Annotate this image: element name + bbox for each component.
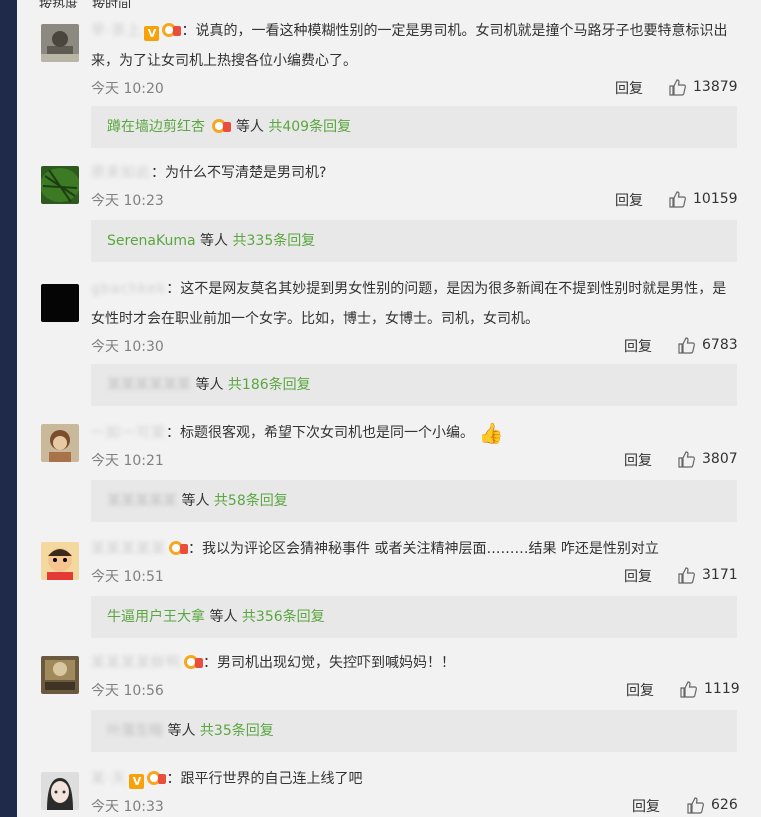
- avatar[interactable]: [41, 166, 79, 204]
- like-count: 1119: [704, 681, 740, 697]
- reply-others: 等人: [200, 233, 229, 249]
- avatar[interactable]: [41, 542, 79, 580]
- reply-button[interactable]: 回复: [615, 78, 643, 98]
- reply-count[interactable]: 共186条回复: [228, 377, 311, 393]
- like-button[interactable]: 3171: [678, 564, 738, 586]
- reply-button[interactable]: 回复: [615, 190, 643, 210]
- reply-others: 等人: [195, 377, 224, 393]
- reply-button[interactable]: 回复: [626, 680, 654, 700]
- comment-username[interactable]: 某某某某鲜鸭: [91, 655, 181, 671]
- like-button[interactable]: 1119: [680, 678, 740, 700]
- reply-count[interactable]: 共35条回复: [200, 723, 274, 739]
- comment-text: ：说真的，一看这种模糊性别的一定是男司机。女司机就是撞个马路牙子也要特意标识出来…: [91, 23, 728, 69]
- reply-username[interactable]: 叶落生暗: [107, 723, 163, 739]
- reply-button[interactable]: 回复: [632, 796, 660, 816]
- comment-time: 今天 10:30: [91, 339, 164, 355]
- fan-badge-icon: [184, 655, 203, 669]
- like-button[interactable]: 3807: [678, 448, 738, 470]
- comment-panel: 按热度 按时间 早·茶上 V ：说真的，一看这种模糊性别的一定是男司机。女司机就是撞…: [17, 0, 761, 817]
- fan-badge-icon: [162, 23, 182, 37]
- thumbs-up-icon: [680, 681, 697, 698]
- comment-text: ：我以为评论区会猜神秘事件 或者关注精神层面………结果 咋还是性别对立: [188, 541, 659, 557]
- comment-username[interactable]: 某·天: [91, 771, 126, 787]
- replies-summary[interactable]: SerenaKuma 等人 共335条回复: [91, 220, 737, 262]
- tab-hot[interactable]: 按热度: [39, 0, 78, 8]
- like-count: 13879: [693, 79, 738, 95]
- like-count: 6783: [702, 337, 738, 353]
- comment-username[interactable]: 某某某某某: [91, 541, 166, 557]
- avatar[interactable]: [41, 772, 79, 810]
- replies-summary[interactable]: 叶落生暗 等人 共35条回复: [91, 710, 737, 752]
- replies-summary[interactable]: 某某某某某某 等人 共186条回复: [91, 364, 737, 406]
- reply-username[interactable]: 某某某某某: [107, 493, 177, 509]
- reply-others: 等人: [209, 609, 238, 625]
- verified-badge-icon: V: [129, 774, 145, 789]
- thumbs-up-emoji-icon: 👍: [478, 421, 504, 445]
- sort-tabs: 按热度 按时间: [39, 0, 141, 8]
- comment-username[interactable]: 一如一可爱: [91, 425, 166, 441]
- thumbs-up-icon: [678, 337, 695, 354]
- fan-badge-icon: [147, 771, 167, 785]
- reply-username[interactable]: 蹲在墙边剪红杏: [107, 119, 205, 135]
- comment-time: 今天 10:20: [91, 81, 164, 97]
- comment-text: ：标题很客观，希望下次女司机也是同一个小编。: [166, 425, 474, 441]
- comment-time: 今天 10:21: [91, 453, 164, 469]
- comment-time: 今天 10:51: [91, 569, 164, 585]
- reply-username[interactable]: SerenaKuma: [107, 233, 196, 249]
- like-count: 626: [711, 797, 738, 813]
- reply-count[interactable]: 共335条回复: [233, 233, 316, 249]
- fan-badge-icon: [212, 119, 232, 133]
- comment-username[interactable]: 原来如此: [91, 165, 151, 181]
- reply-count[interactable]: 共58条回复: [214, 493, 288, 509]
- comment-text: ：为什么不写清楚是男司机?: [151, 165, 327, 181]
- comment-text: ：跟平行世界的自己连上线了吧: [166, 771, 363, 787]
- avatar[interactable]: [41, 284, 79, 322]
- reply-button[interactable]: 回复: [624, 336, 652, 356]
- comment-text: ：这不是网友莫名其妙提到男女性别的问题，是因为很多新闻在不提到性别时就是男性，是…: [91, 281, 727, 327]
- reply-username[interactable]: 牛逼用户王大拿: [107, 609, 205, 625]
- avatar[interactable]: [41, 656, 79, 694]
- comment-time: 今天 10:23: [91, 193, 164, 209]
- reply-others: 等人: [167, 723, 196, 739]
- avatar[interactable]: [41, 24, 79, 62]
- reply-button[interactable]: 回复: [624, 450, 652, 470]
- replies-summary[interactable]: 蹲在墙边剪红杏 等人 共409条回复: [91, 106, 737, 148]
- comment-text: ：男司机出现幻觉，失控吓到喊妈妈！！: [203, 655, 455, 671]
- reply-others: 等人: [181, 493, 210, 509]
- verified-badge-icon: V: [144, 26, 160, 41]
- like-count: 3171: [702, 567, 738, 583]
- comment-time: 今天 10:56: [91, 683, 164, 699]
- comment-username[interactable]: 早·茶上: [91, 23, 141, 39]
- thumbs-up-icon: [687, 797, 704, 814]
- comment-username[interactable]: gbachkek: [91, 281, 166, 297]
- tab-time[interactable]: 按时间: [92, 0, 131, 8]
- reply-username[interactable]: 某某某某某某: [107, 377, 191, 393]
- like-button[interactable]: 13879: [669, 76, 738, 98]
- replies-summary[interactable]: 牛逼用户王大拿 等人 共356条回复: [91, 596, 737, 638]
- fan-badge-icon: [169, 541, 188, 555]
- thumbs-up-icon: [678, 567, 695, 584]
- reply-others: 等人: [235, 119, 264, 135]
- thumbs-up-icon: [669, 191, 686, 208]
- reply-count[interactable]: 共356条回复: [242, 609, 325, 625]
- replies-summary[interactable]: 某某某某某 等人 共58条回复: [91, 480, 737, 522]
- comment-time: 今天 10:33: [91, 799, 164, 815]
- like-count: 3807: [702, 451, 738, 467]
- reply-button[interactable]: 回复: [624, 566, 652, 586]
- thumbs-up-icon: [669, 79, 686, 96]
- like-button[interactable]: 10159: [669, 188, 738, 210]
- like-button[interactable]: 626: [687, 794, 738, 816]
- like-button[interactable]: 6783: [678, 334, 738, 356]
- like-count: 10159: [693, 191, 738, 207]
- reply-count[interactable]: 共409条回复: [268, 119, 351, 135]
- thumbs-up-icon: [678, 451, 695, 468]
- avatar[interactable]: [41, 424, 79, 462]
